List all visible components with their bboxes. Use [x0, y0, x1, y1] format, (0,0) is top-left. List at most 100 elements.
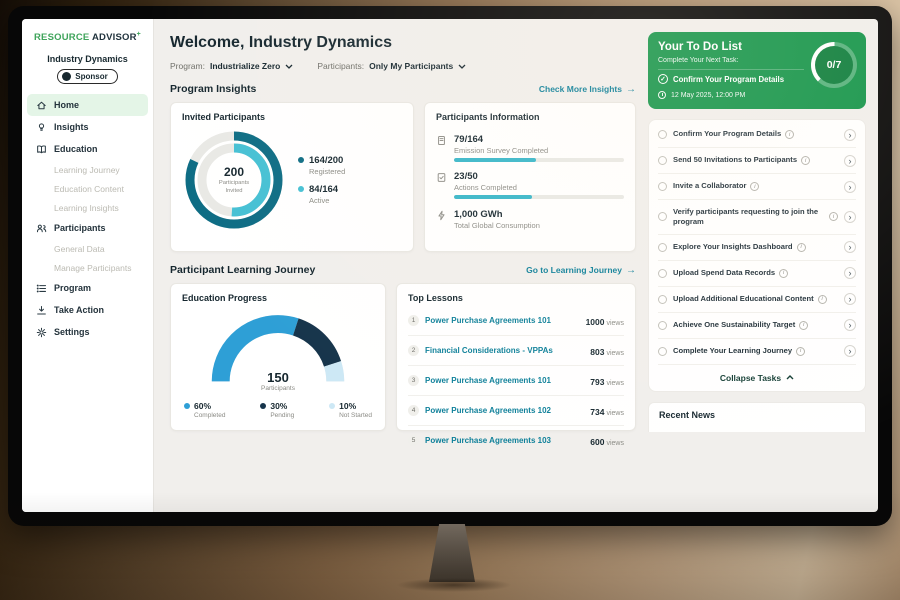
lesson-link[interactable]: Financial Considerations - VPPAs: [425, 346, 584, 355]
chevron-up-icon: [786, 375, 794, 380]
next-task-row[interactable]: ✓ Confirm Your Program Details: [658, 69, 804, 88]
sidebar-item-take-action[interactable]: Take Action: [22, 299, 153, 321]
todo-summary-card: Your To Do List Complete Your Next Task:…: [648, 32, 866, 109]
task-checkbox[interactable]: [658, 295, 667, 304]
task-checkbox[interactable]: [658, 347, 667, 356]
task-checkbox[interactable]: [658, 269, 667, 278]
info-icon[interactable]: i: [797, 243, 806, 252]
task-checkbox[interactable]: [658, 156, 667, 165]
info-icon[interactable]: i: [785, 130, 794, 139]
lesson-link[interactable]: Power Purchase Agreements 102: [425, 406, 584, 415]
sidebar-item-label: Settings: [54, 327, 90, 337]
donut-center-label: Participants Invited: [212, 180, 256, 195]
settings-gear-icon: [36, 327, 47, 338]
lesson-link[interactable]: Power Purchase Agreements 101: [425, 316, 580, 325]
desk-background: RESOURCE ADVISOR+ Industry Dynamics Spon…: [0, 0, 900, 600]
lesson-link[interactable]: Power Purchase Agreements 101: [425, 376, 584, 385]
todo-progress-ring: 0/7: [811, 42, 857, 88]
actions-progressbar: [454, 195, 624, 199]
info-row-actions: 23/50 Actions Completed: [436, 171, 624, 199]
chevron-right-icon[interactable]: ›: [844, 345, 856, 357]
task-row[interactable]: Invite a Collaboratori ›: [658, 174, 856, 200]
go-to-learning-journey-link[interactable]: Go to Learning Journey →: [526, 265, 636, 276]
invited-participants-card: Invited Participants 200: [170, 102, 414, 252]
chevron-right-icon[interactable]: ›: [844, 241, 856, 253]
task-row[interactable]: Send 50 Invitations to Participantsi ›: [658, 148, 856, 174]
info-icon[interactable]: i: [779, 269, 788, 278]
emission-survey-icon: [436, 135, 447, 146]
check-icon: ✓: [658, 74, 668, 84]
check-more-insights-link[interactable]: Check More Insights →: [539, 84, 636, 95]
education-icon: [36, 144, 47, 155]
chevron-down-icon: [285, 64, 293, 69]
monitor-stand: [429, 524, 475, 582]
monitor-frame: RESOURCE ADVISOR+ Industry Dynamics Spon…: [8, 6, 892, 526]
task-checkbox[interactable]: [658, 212, 667, 221]
sponsor-badge[interactable]: Sponsor: [57, 69, 117, 84]
lesson-rank: 2: [408, 345, 419, 356]
education-progress-card: Education Progress 150 Participants: [170, 283, 386, 431]
sidebar-item-learning-insights[interactable]: Learning Insights: [22, 198, 153, 217]
chevron-right-icon[interactable]: ›: [844, 319, 856, 331]
sidebar-item-participants[interactable]: Participants: [22, 217, 153, 239]
sidebar-item-home[interactable]: Home: [27, 94, 148, 116]
section-title-program-insights: Program Insights: [170, 83, 256, 95]
sidebar-item-insights[interactable]: Insights: [22, 116, 153, 138]
task-checkbox[interactable]: [658, 243, 667, 252]
lesson-link[interactable]: Power Purchase Agreements 103: [425, 436, 584, 445]
sidebar-item-manage-participants[interactable]: Manage Participants: [22, 258, 153, 277]
info-icon[interactable]: i: [818, 295, 827, 304]
insights-icon: [36, 122, 47, 133]
section-title-learning-journey: Participant Learning Journey: [170, 264, 315, 276]
filter-bar: Program: Industrialize Zero Participants…: [170, 61, 636, 71]
collapse-tasks-button[interactable]: Collapse Tasks: [658, 365, 856, 391]
monitor-stand-shadow: [396, 578, 512, 592]
task-checkbox[interactable]: [658, 130, 667, 139]
task-row[interactable]: Verify participants requesting to join t…: [658, 200, 856, 235]
chevron-right-icon[interactable]: ›: [844, 211, 856, 223]
chevron-right-icon[interactable]: ›: [844, 129, 856, 141]
task-checkbox[interactable]: [658, 182, 667, 191]
arrow-right-icon: →: [626, 265, 636, 276]
sidebar-item-general-data[interactable]: General Data: [22, 239, 153, 258]
chevron-right-icon[interactable]: ›: [844, 293, 856, 305]
task-list-card: Confirm Your Program Detailsi › Send 50 …: [648, 119, 866, 392]
info-icon[interactable]: i: [750, 182, 759, 191]
brand-primary: RESOURCE: [34, 32, 89, 43]
arrow-right-icon: →: [626, 84, 636, 95]
info-icon[interactable]: i: [796, 347, 805, 356]
info-icon[interactable]: i: [801, 156, 810, 165]
chevron-right-icon[interactable]: ›: [844, 181, 856, 193]
chevron-right-icon[interactable]: ›: [844, 155, 856, 167]
task-checkbox[interactable]: [658, 321, 667, 330]
task-row[interactable]: Upload Additional Educational Contenti ›: [658, 287, 856, 313]
legend-item-completed: 60% Completed: [184, 401, 225, 419]
task-row[interactable]: Upload Spend Data Recordsi ›: [658, 261, 856, 287]
sidebar-item-label: Insights: [54, 122, 89, 132]
card-title: Education Progress: [182, 293, 374, 303]
todo-subtitle: Complete Your Next Task:: [658, 57, 804, 64]
emission-survey-progressbar: [454, 158, 624, 162]
chevron-down-icon: [458, 64, 466, 69]
legend-dot: [184, 403, 190, 409]
info-icon[interactable]: i: [829, 212, 838, 221]
task-row[interactable]: Confirm Your Program Detailsi ›: [658, 122, 856, 148]
task-row[interactable]: Complete Your Learning Journeyi ›: [658, 339, 856, 365]
todo-title: Your To Do List: [658, 41, 804, 53]
chevron-right-icon[interactable]: ›: [844, 267, 856, 279]
sidebar-item-education[interactable]: Education: [22, 138, 153, 160]
filter-value: Only My Participants: [369, 61, 453, 71]
program-list-icon: [36, 283, 47, 294]
task-row[interactable]: Achieve One Sustainability Targeti ›: [658, 313, 856, 339]
sidebar-item-education-content[interactable]: Education Content: [22, 179, 153, 198]
legend-item-registered: 164/200 Registered: [298, 155, 345, 176]
sidebar-item-label: Home: [54, 100, 79, 110]
sidebar-item-settings[interactable]: Settings: [22, 321, 153, 343]
program-filter-dropdown[interactable]: Program: Industrialize Zero: [170, 61, 293, 71]
info-icon[interactable]: i: [799, 321, 808, 330]
sidebar-item-program[interactable]: Program: [22, 277, 153, 299]
sidebar-item-learning-journey[interactable]: Learning Journey: [22, 160, 153, 179]
task-row[interactable]: Explore Your Insights Dashboardi ›: [658, 235, 856, 261]
consumption-energy-icon: [436, 210, 447, 221]
participants-filter-dropdown[interactable]: Participants: Only My Participants: [317, 61, 466, 71]
